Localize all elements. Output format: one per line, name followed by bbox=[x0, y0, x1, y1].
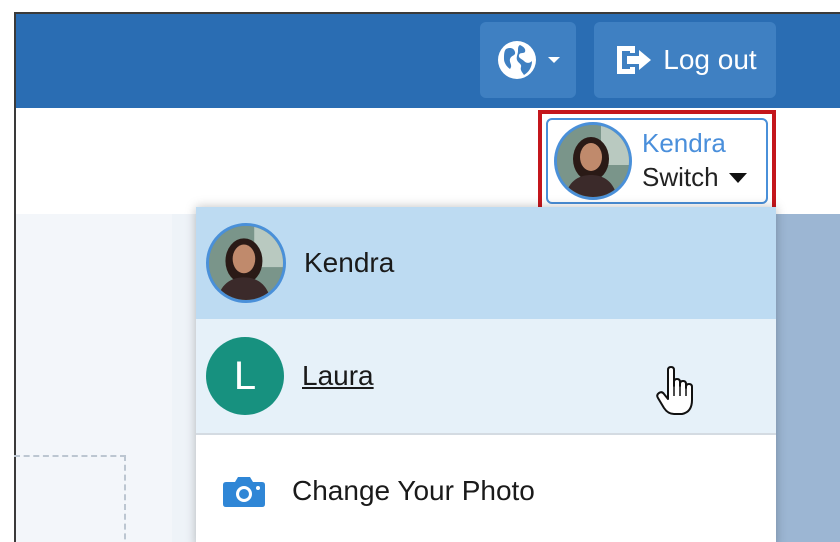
logout-icon bbox=[617, 46, 652, 74]
switch-label: Switch bbox=[642, 162, 719, 192]
dropdown-item-label: Kendra bbox=[304, 247, 395, 278]
laura-avatar: L bbox=[206, 337, 284, 415]
globe-icon bbox=[498, 41, 536, 79]
current-user-name: Kendra bbox=[642, 128, 726, 159]
top-navigation-bar: Log out bbox=[14, 12, 840, 110]
dropdown-item-kendra[interactable]: Kendra bbox=[196, 207, 776, 319]
logout-button[interactable]: Log out bbox=[594, 22, 776, 98]
dropdown-item-label[interactable]: Laura bbox=[302, 360, 374, 392]
current-user-avatar bbox=[554, 122, 632, 200]
app-window: Log out Kendra Switch Kendra L Laura Cha… bbox=[0, 0, 840, 542]
camera-icon bbox=[223, 477, 265, 507]
language-button[interactable] bbox=[480, 22, 576, 98]
user-switcher-highlight: Kendra Switch bbox=[538, 110, 776, 212]
background-panel-right bbox=[776, 214, 840, 542]
chevron-down-icon bbox=[548, 57, 560, 63]
kendra-avatar bbox=[206, 223, 286, 303]
change-photo-item[interactable]: Change Your Photo bbox=[196, 435, 776, 542]
dashed-placeholder bbox=[14, 455, 126, 542]
logout-label: Log out bbox=[663, 44, 757, 75]
user-switcher-button[interactable]: Kendra Switch bbox=[546, 118, 768, 204]
caret-down-icon bbox=[728, 172, 747, 183]
hand-cursor-icon bbox=[656, 366, 693, 415]
change-photo-label: Change Your Photo bbox=[292, 475, 535, 506]
